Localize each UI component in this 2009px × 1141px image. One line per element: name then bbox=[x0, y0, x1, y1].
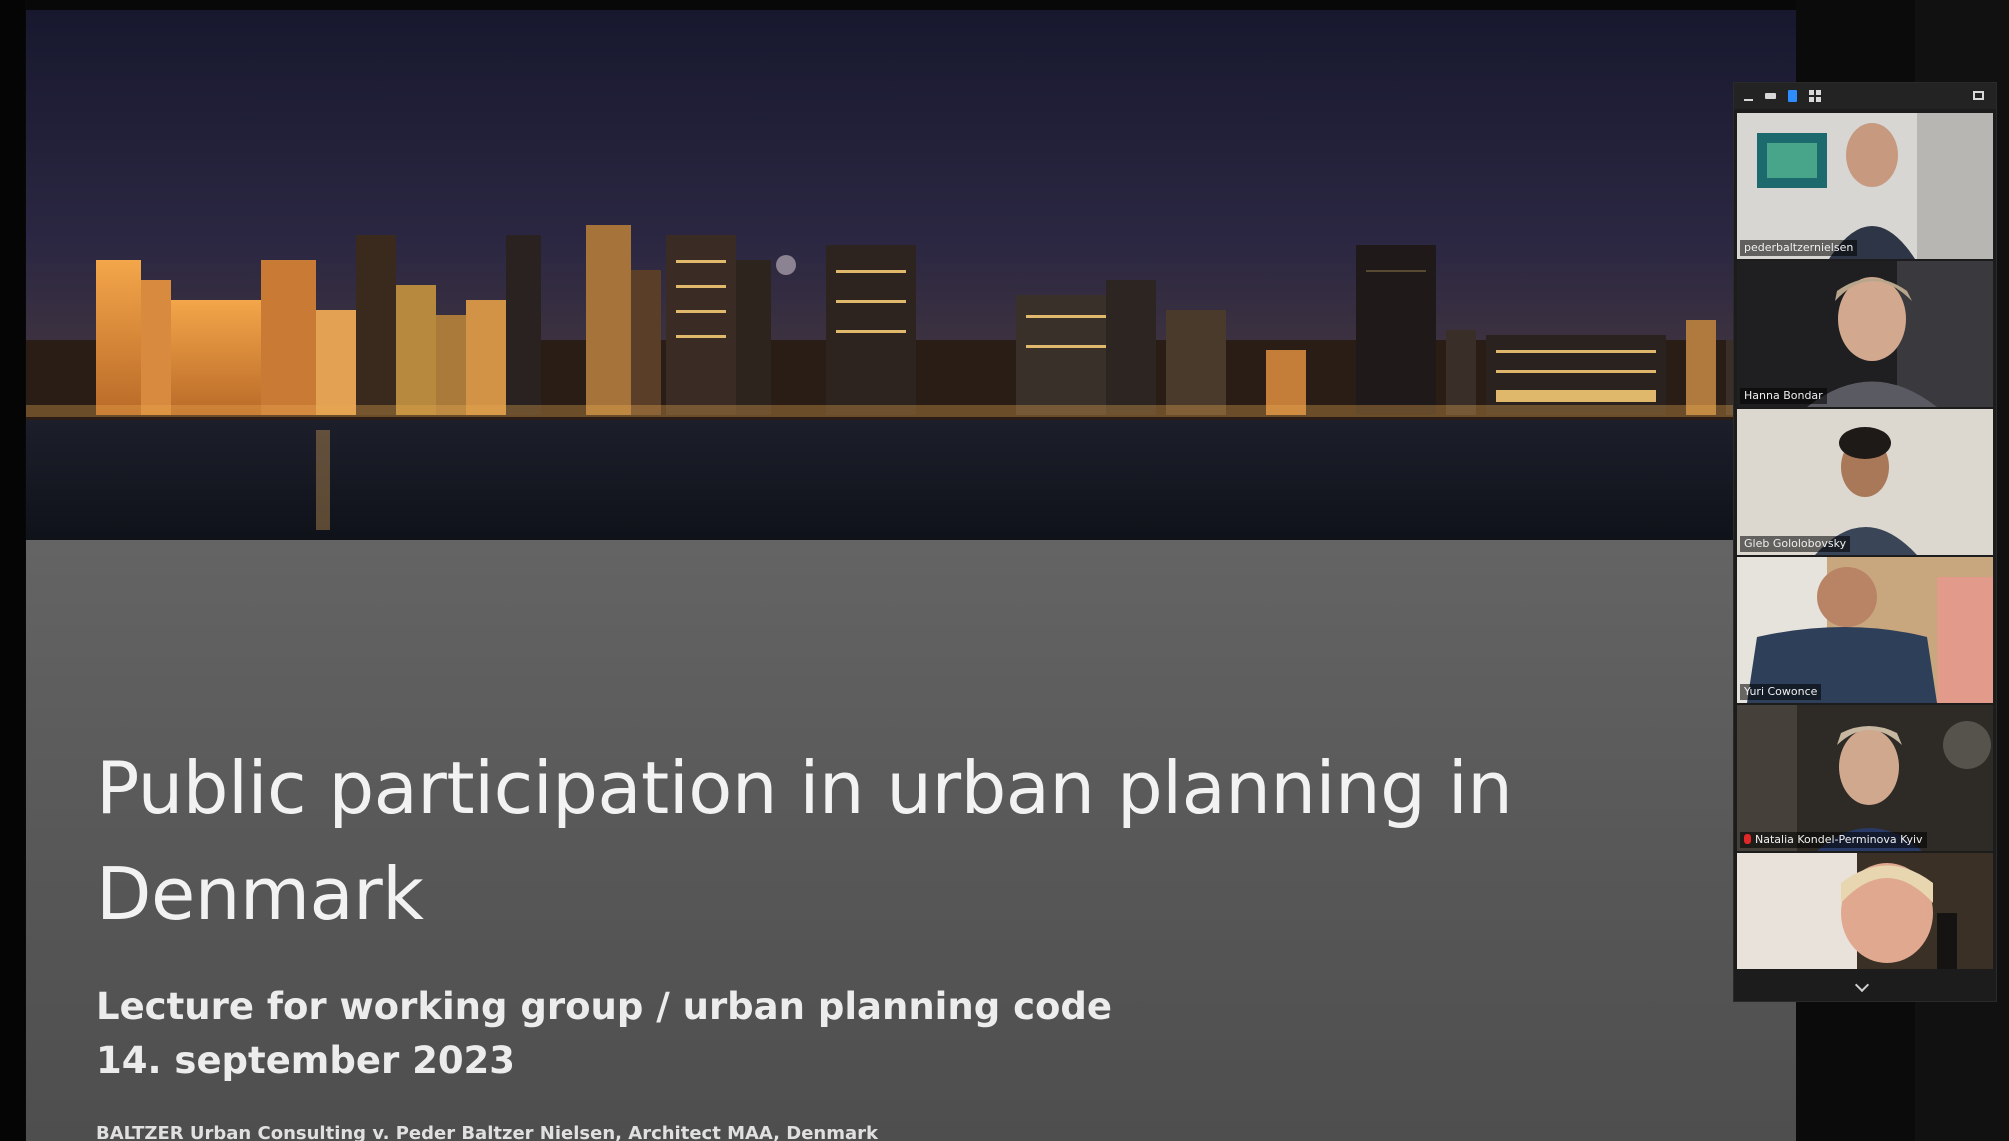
participant-name-5-text: Natalia Kondel-Perminova Kyiv bbox=[1755, 833, 1923, 846]
participant-name-3: Gleb Gololobovsky bbox=[1740, 536, 1851, 552]
participant-video-4 bbox=[1737, 557, 1993, 703]
strip-view-icon[interactable] bbox=[1764, 89, 1778, 103]
participant-name-2: Hanna Bondar bbox=[1740, 388, 1827, 404]
participant-tile-1[interactable]: pederbaltzernielsen bbox=[1737, 113, 1993, 259]
speaker-view-icon[interactable] bbox=[1786, 89, 1800, 103]
hero-image-city-skyline bbox=[26, 10, 1796, 540]
participant-tile-2[interactable]: Hanna Bondar bbox=[1737, 261, 1993, 407]
participant-tile-4[interactable]: Yuri Cowonce bbox=[1737, 557, 1993, 703]
participant-tile-6[interactable] bbox=[1737, 853, 1993, 969]
slide-subtitle-line-1: Lecture for working group / urban planni… bbox=[96, 985, 1113, 1028]
participant-video-3 bbox=[1737, 409, 1993, 555]
slide-date: 14. september 2023 bbox=[96, 1039, 516, 1082]
participant-name-4: Yuri Cowonce bbox=[1740, 684, 1822, 700]
participants-video-panel: pederbaltzernielsen Hanna Bondar Gleb Go… bbox=[1733, 82, 1997, 1002]
slide-title-line-1: Public participation in urban planning i… bbox=[96, 746, 1513, 830]
shared-presentation-slide: Public participation in urban planning i… bbox=[26, 10, 1796, 1141]
participant-name-1: pederbaltzernielsen bbox=[1740, 240, 1858, 256]
exit-fullscreen-icon[interactable] bbox=[1972, 89, 1986, 103]
left-letterbox bbox=[0, 0, 25, 1141]
participant-video-6 bbox=[1737, 853, 1993, 969]
participant-video-2 bbox=[1737, 261, 1993, 407]
slide-text-area: Public participation in urban planning i… bbox=[26, 540, 1796, 1141]
minimize-icon[interactable] bbox=[1742, 89, 1756, 103]
slide-title: Public participation in urban planning i… bbox=[96, 735, 1596, 947]
slide-subtitle: Lecture for working group / urban planni… bbox=[96, 980, 1112, 1088]
slide-footer: BALTZER Urban Consulting v. Peder Baltze… bbox=[96, 1123, 878, 1141]
panel-toolbar bbox=[1734, 83, 1996, 109]
participant-video-1 bbox=[1737, 113, 1993, 259]
chevron-down-icon[interactable] bbox=[1854, 977, 1870, 993]
slide-title-line-2: Denmark bbox=[96, 852, 424, 936]
panel-scroll-area bbox=[1734, 971, 1996, 1001]
participant-name-5: Natalia Kondel-Perminova Kyiv bbox=[1740, 832, 1927, 848]
participant-tile-3[interactable]: Gleb Gololobovsky bbox=[1737, 409, 1993, 555]
muted-mic-icon bbox=[1744, 834, 1751, 844]
gallery-view-icon[interactable] bbox=[1808, 89, 1822, 103]
participant-video-5 bbox=[1737, 705, 1993, 851]
screen: Public participation in urban planning i… bbox=[0, 0, 2009, 1141]
participant-tile-5[interactable]: Natalia Kondel-Perminova Kyiv bbox=[1737, 705, 1993, 851]
